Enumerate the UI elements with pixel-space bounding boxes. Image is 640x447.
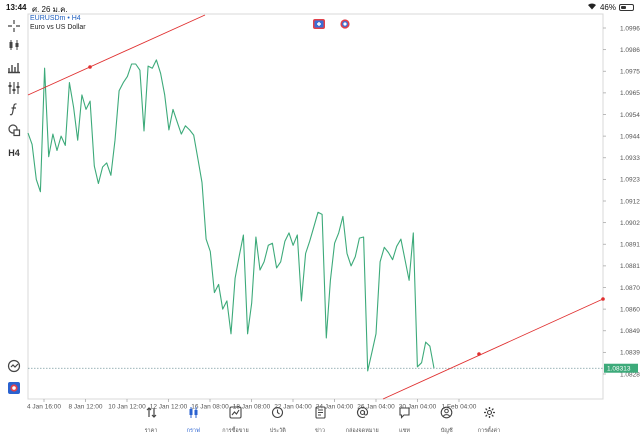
nav-trade[interactable]: การซื้อขาย (215, 406, 257, 446)
y-tick-label: 1.08390 (620, 350, 640, 357)
left-toolbar: H4 (0, 14, 28, 400)
quotes-arrows-icon (145, 406, 158, 424)
price-chart[interactable]: 1.09965 1.09860 1.09755 1.09650 1.09545 1.094… (0, 0, 640, 410)
symbol-timeframe[interactable]: EURUSDm • H4 (30, 14, 86, 23)
candles-icon (187, 406, 200, 424)
nav-label: กราฟ (186, 428, 200, 434)
timeframe-label: H4 (8, 148, 20, 158)
trendline-anchor-point (88, 65, 92, 69)
timeframe-button[interactable]: H4 (4, 144, 24, 162)
y-tick-label: 1.08600 (620, 306, 640, 313)
y-tick-label: 1.09335 (620, 155, 640, 162)
y-tick-label: 1.09545 (620, 112, 640, 119)
y-tick-label: 1.09440 (620, 133, 640, 140)
one-click-trade (313, 19, 351, 29)
sell-flag-icon[interactable] (313, 19, 325, 29)
y-tick-label: 1.09230 (620, 177, 640, 184)
trade-panel-icon[interactable] (4, 379, 24, 397)
nav-chat[interactable]: แชท (384, 406, 426, 446)
nav-label: บัญชี (440, 428, 453, 434)
one-click-trading-icon[interactable] (4, 357, 24, 375)
y-tick-label: 1.09650 (620, 90, 640, 97)
chat-bubble-icon (398, 406, 411, 424)
gear-icon (483, 406, 496, 424)
bar-chart-icon[interactable] (4, 58, 24, 76)
at-sign-icon (356, 406, 369, 424)
nav-label: การตั้งค่า (477, 428, 501, 434)
nav-label: กล่องจดหมาย (345, 428, 379, 434)
y-tick-label: 1.09755 (620, 69, 640, 76)
nav-quotes[interactable]: ราคา (130, 406, 172, 446)
symbol-description: Euro vs US Dollar (30, 24, 86, 31)
nav-label: ประวัติ (269, 428, 286, 434)
y-tick-label: 1.08705 (620, 285, 640, 292)
history-clock-icon (271, 406, 284, 424)
shapes-icon[interactable] (4, 121, 24, 139)
x-tick-label: 8 Jan 12:00 (69, 404, 103, 411)
nav-label: แชท (399, 428, 410, 434)
price-series-line (27, 59, 435, 372)
candlestick-type-icon[interactable] (4, 36, 24, 54)
y-tick-label: 1.08495 (620, 328, 640, 335)
x-tick-label: 4 Jan 16:00 (27, 404, 61, 411)
bottom-nav: ราคา กราฟ การซื้อขาย ประวัติ ข่าว กล่องจ… (130, 406, 510, 446)
y-tick-label: 1.09965 (620, 25, 640, 32)
account-user-icon (440, 406, 453, 424)
trendline-anchor-point (601, 297, 605, 301)
nav-history[interactable]: ประวัติ (257, 406, 299, 446)
current-price-label: 1.08313 (607, 366, 631, 373)
buy-flag-icon[interactable] (339, 19, 351, 29)
nav-label: การซื้อขาย (222, 428, 249, 434)
y-tick-label: 1.09020 (620, 220, 640, 227)
chart-header: EURUSDm • H4 Euro vs US Dollar (30, 14, 86, 32)
function-icon[interactable] (4, 100, 24, 118)
y-tick-label: 1.09860 (620, 47, 640, 54)
nav-label: ข่าว (315, 428, 325, 434)
nav-mailbox[interactable]: กล่องจดหมาย (341, 406, 383, 446)
y-tick-label: 1.09125 (620, 198, 640, 205)
trendline-anchor-point (477, 352, 481, 356)
indicators-icon[interactable] (4, 79, 24, 97)
symbol-label: EURUSDm • H4 (30, 15, 81, 22)
crosshair-icon[interactable] (4, 17, 24, 35)
nav-chart[interactable]: กราฟ (172, 406, 214, 446)
news-icon (314, 406, 327, 424)
nav-news[interactable]: ข่าว (299, 406, 341, 446)
plot-area (27, 13, 604, 400)
trade-chart-icon (229, 406, 242, 424)
nav-settings[interactable]: การตั้งค่า (468, 406, 510, 446)
nav-label: ราคา (144, 428, 158, 434)
y-tick-label: 1.08915 (620, 242, 640, 249)
nav-accounts[interactable]: บัญชี (426, 406, 468, 446)
y-tick-label: 1.08810 (620, 263, 640, 270)
